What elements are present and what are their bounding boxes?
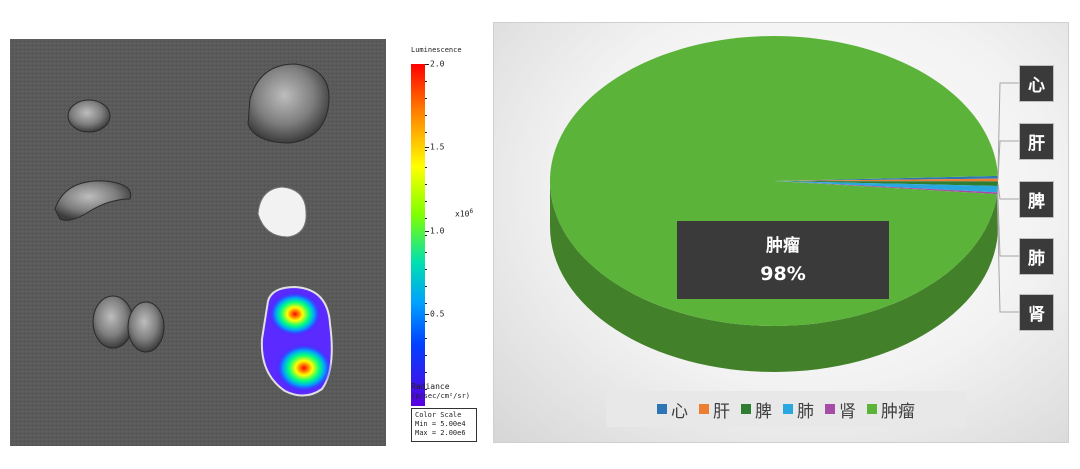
colorbar-minor-tick bbox=[425, 252, 427, 254]
colorbar-multiplier: x106 bbox=[455, 208, 474, 219]
colorbar-minor-tick bbox=[425, 371, 427, 373]
leader-line-肾 bbox=[996, 193, 1019, 313]
colorbar-minor-tick bbox=[425, 81, 427, 83]
colorbar-gradient bbox=[411, 64, 425, 406]
callout-肝: 肝 bbox=[1019, 123, 1054, 160]
colorbar-minor-tick bbox=[425, 200, 427, 202]
callout-心: 心 bbox=[1019, 65, 1054, 102]
colorbar-minor-tick bbox=[425, 166, 427, 168]
legend-label: 肿瘤 bbox=[881, 401, 915, 422]
legend-item-肿瘤: 肿瘤 bbox=[867, 397, 915, 422]
color-scale-min: Min = 5.00e4 bbox=[415, 420, 466, 428]
colorbar-minor-tick bbox=[425, 337, 427, 339]
legend-label: 心 bbox=[671, 401, 688, 422]
legend-item-心: 心 bbox=[657, 397, 688, 422]
tumor-hotspot-1 bbox=[269, 292, 321, 336]
tumor-hotspot-2 bbox=[276, 344, 332, 392]
legend-swatch bbox=[783, 404, 793, 414]
colorbar-minor-tick bbox=[425, 217, 427, 219]
color-scale-box: Color Scale Min = 5.00e4 Max = 2.00e6 bbox=[411, 408, 477, 442]
legend-swatch bbox=[825, 404, 835, 414]
chart-legend: 心 肝 脾 肺 肾 肿瘤 bbox=[606, 391, 966, 427]
colorbar-minor-tick bbox=[425, 98, 427, 100]
colorbar-tick-label: 1.0 bbox=[430, 226, 445, 236]
colorbar-minor-tick bbox=[425, 269, 427, 271]
colorbar-tick-mark bbox=[425, 230, 429, 232]
legend-label: 肾 bbox=[839, 401, 856, 422]
heart-organ bbox=[67, 99, 111, 133]
legend-label: 肺 bbox=[797, 401, 814, 422]
organ-photo bbox=[10, 39, 386, 446]
colorbar-unit: (p/sec/cm²/sr) bbox=[411, 392, 471, 400]
legend-item-肺: 肺 bbox=[783, 397, 814, 422]
organ-distribution-pie-chart: 心肝脾肺肾 肿瘤 98% 心肝脾肺肾肿瘤 bbox=[493, 22, 1069, 443]
legend-swatch bbox=[867, 404, 877, 414]
colorbar-minor-tick bbox=[425, 320, 427, 322]
colorbar-minor-tick bbox=[425, 354, 427, 356]
colorbar-minor-tick bbox=[425, 115, 427, 117]
color-scale-title: Color Scale bbox=[415, 411, 462, 419]
legend-item-肾: 肾 bbox=[825, 397, 856, 422]
colorbar-minor-tick bbox=[425, 286, 427, 288]
leader-line-脾 bbox=[997, 183, 1019, 200]
leader-line-肝 bbox=[997, 140, 1019, 181]
bioluminescence-image bbox=[10, 39, 386, 446]
color-scale-panel: Luminescence 2.0 1.5 1.0 0.5 x106 Radiance … bbox=[405, 40, 490, 450]
kidney-left-organ bbox=[92, 295, 134, 349]
callout-肾: 肾 bbox=[1019, 294, 1054, 331]
color-scale-max: Max = 2.00e6 bbox=[415, 429, 466, 437]
colorbar-minor-tick bbox=[425, 149, 427, 151]
colorbar-tick-mark bbox=[425, 314, 429, 316]
legend-swatch bbox=[741, 404, 751, 414]
colorbar-tick-label: 2.0 bbox=[430, 59, 445, 69]
colorbar-minor-tick bbox=[425, 183, 427, 185]
colorbar-unit-label: Radiance bbox=[411, 382, 450, 391]
legend-item-脾: 脾 bbox=[741, 397, 772, 422]
legend-label: 脾 bbox=[755, 401, 772, 422]
main-label-percent: 98% bbox=[760, 263, 806, 285]
legend-swatch bbox=[657, 404, 667, 414]
colorbar-title: Luminescence bbox=[411, 46, 462, 54]
callout-脾: 脾 bbox=[1019, 181, 1054, 218]
legend-label: 肝 bbox=[713, 401, 730, 422]
main-label-name: 肿瘤 bbox=[766, 236, 800, 256]
callout-肺: 肺 bbox=[1019, 238, 1054, 275]
legend-swatch bbox=[699, 404, 709, 414]
colorbar-minor-tick bbox=[425, 64, 427, 65]
colorbar-tick-label: 0.5 bbox=[430, 309, 445, 319]
colorbar-minor-tick bbox=[425, 303, 427, 305]
legend-item-肝: 肝 bbox=[699, 397, 730, 422]
colorbar-tick-mark bbox=[425, 147, 429, 149]
leader-line-心 bbox=[997, 82, 1019, 178]
main-data-label: 肿瘤 98% bbox=[677, 221, 889, 299]
kidney-right-organ bbox=[127, 301, 165, 353]
colorbar-minor-tick bbox=[425, 132, 427, 134]
colorbar-tick-label: 1.5 bbox=[430, 142, 445, 152]
colorbar-minor-tick bbox=[425, 235, 427, 236]
